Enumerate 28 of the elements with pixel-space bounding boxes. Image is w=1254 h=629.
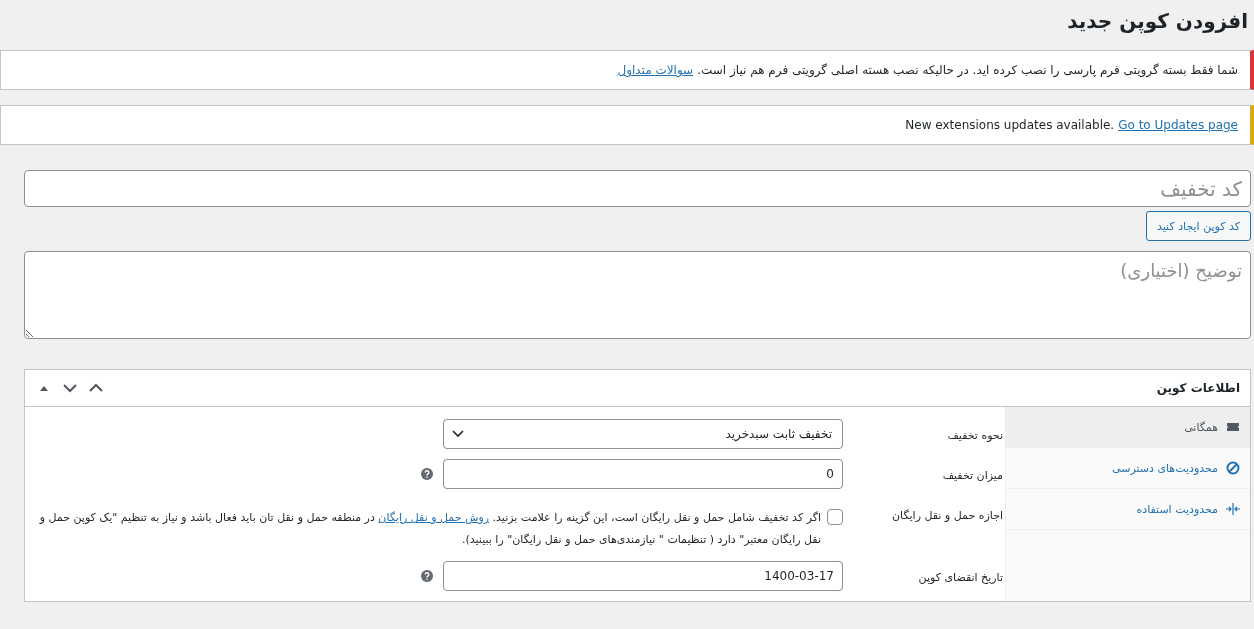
blocked-icon <box>1226 461 1240 475</box>
chevron-down-icon <box>452 430 464 438</box>
input-field[interactable]: 0 <box>443 459 843 489</box>
coupon-code-field[interactable]: کد تخفیف <box>24 170 1251 207</box>
help-icon[interactable] <box>421 570 433 582</box>
field-label: اجازه حمل و نقل رایگان <box>891 508 1004 522</box>
page-title: افزودن کوپن جدید <box>1067 8 1248 36</box>
help-icon[interactable] <box>421 468 433 480</box>
field-label: میزان تخفیف <box>941 468 1004 482</box>
checkbox-description: اگر کد تخفیف شامل حمل و نقل رایگان است، این گزینه را علامت بزنید. روش حمل و نقل رایگان در منطقه حمل و نقل تان باید فعال باشد و نیاز به تنظیم "یک کوپن حمل و نقل رایگان معتبر" دارد ( تنظیمات " نیازمندی‌های حمل و نقل رایگان" را ببینید). <box>38 510 821 548</box>
description-field[interactable]: توضیح (اختیاری) <box>24 251 1251 339</box>
panel-title: اطلاعات کوپن <box>1156 381 1240 395</box>
ticket-icon <box>1226 420 1240 434</box>
notice-link[interactable]: Go to Updates page <box>1118 118 1238 132</box>
notice-link[interactable]: سوالات متداول <box>617 63 694 77</box>
panel-tab[interactable]: همگانی <box>1006 407 1250 448</box>
discount-type-select[interactable]: تخفیف ثابت سبدخرید <box>443 419 843 449</box>
panel-tab[interactable]: محدودیت‌های دسترسی <box>1006 448 1250 489</box>
input-field[interactable]: 1400-03-17 <box>443 561 843 591</box>
checkbox[interactable] <box>827 509 843 525</box>
field-label: تاریخ انقضای کوپن <box>917 570 1004 584</box>
notice-text: New extensions updates available. <box>905 118 1115 132</box>
generate-coupon-button[interactable]: کد کوپن ایجاد کنید <box>1146 211 1251 241</box>
notice-text: شما فقط بسته گرویتی فرم پارسی را نصب کرده اید. در حالیکه نصب هسته اصلی گرویتی فرم هم نیاز است. <box>697 63 1238 77</box>
free-shipping-link[interactable]: روش حمل و نقل رایگان <box>378 511 490 524</box>
panel-tab[interactable]: محدودیت استفاده <box>1006 489 1250 530</box>
field-label: نحوه تخفیف <box>946 428 1004 442</box>
arrows-inward-icon <box>1226 502 1240 516</box>
